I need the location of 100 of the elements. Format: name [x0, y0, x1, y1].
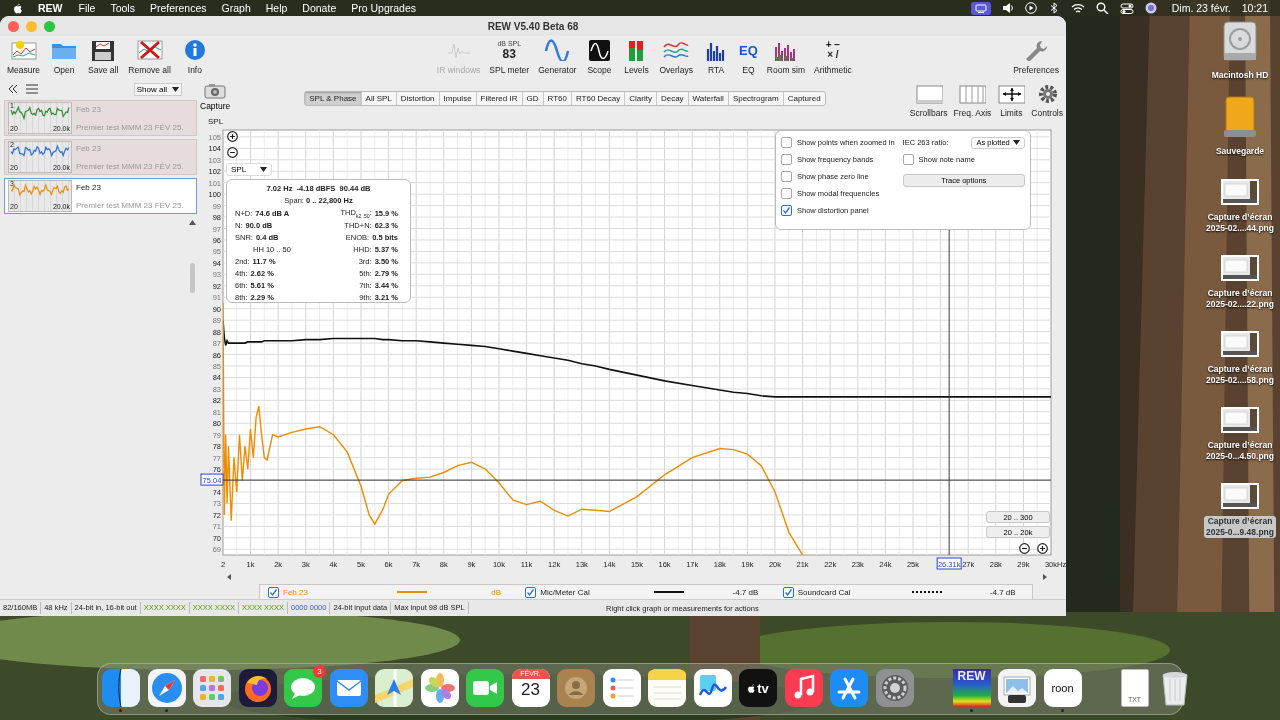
scroll-arrow-icon[interactable]: [1043, 574, 1047, 580]
menu-item[interactable]: Preferences: [149, 2, 207, 14]
desktop-icon-label[interactable]: Macintosh HD: [1209, 70, 1271, 81]
desktop-icon-label[interactable]: Capture d’écran 2025-02....44.png: [1203, 212, 1276, 234]
scroll-arrow-icon[interactable]: [189, 220, 196, 225]
toolbar-button[interactable]: Measure: [4, 38, 44, 75]
globe-icon[interactable]: [238, 669, 277, 707]
checkbox[interactable]: [781, 137, 792, 148]
screenshot-thumbnail-icon[interactable]: [1220, 254, 1260, 282]
scrollbar-thumb[interactable]: [190, 263, 195, 293]
toolbar-button[interactable]: Open: [47, 38, 82, 75]
contact-card-icon[interactable]: [557, 669, 595, 707]
toolbar-button[interactable]: Remove all: [125, 38, 174, 75]
toolbar-button[interactable]: Generator: [535, 38, 580, 75]
desktop-icon-label[interactable]: Capture d’écran 2025-0...4.50.png: [1203, 440, 1276, 462]
toolbar-button[interactable]: Levels: [619, 38, 654, 75]
zoom-out-icon[interactable]: [227, 147, 238, 158]
compass-icon[interactable]: [147, 669, 186, 707]
double-chevron-icon[interactable]: [8, 84, 18, 94]
apple-icon[interactable]: [12, 2, 22, 14]
toolbar-button[interactable]: Save all: [85, 38, 122, 75]
tab[interactable]: Decay: [655, 92, 688, 105]
menu-item[interactable]: Graph: [221, 2, 251, 14]
tab[interactable]: Impulse: [438, 92, 476, 105]
toolbar-button[interactable]: EQ EQ: [736, 38, 761, 75]
screenshot-thumbnail-icon[interactable]: [1220, 406, 1260, 434]
tab[interactable]: Waterfall: [687, 92, 728, 105]
toggles-icon[interactable]: [1119, 2, 1134, 14]
menu-item[interactable]: Donate: [302, 2, 337, 14]
menu-icon[interactable]: [26, 84, 38, 94]
tab[interactable]: Spectrogram: [727, 92, 783, 105]
trace-type-dropdown[interactable]: SPL: [226, 163, 272, 176]
spectrogram-icon[interactable]: REW: [952, 669, 991, 707]
app-label-icon[interactable]: roon: [1043, 669, 1082, 707]
speech-bubble-icon[interactable]: [284, 669, 322, 707]
photo-stack-icon[interactable]: [998, 669, 1036, 707]
tab[interactable]: GD: [521, 92, 543, 105]
envelope-icon[interactable]: [329, 669, 368, 707]
legend-label[interactable]: Mic/Meter Cal: [540, 587, 651, 597]
toolbar-button[interactable]: Overlays: [656, 38, 696, 75]
menu-item[interactable]: Tools: [110, 2, 135, 14]
wifi-icon[interactable]: [1070, 2, 1085, 14]
notepad-icon[interactable]: [648, 669, 686, 707]
desktop-icon-label[interactable]: Sauvegarde: [1213, 146, 1267, 157]
screenshot-thumbnail-icon[interactable]: [1220, 482, 1260, 510]
toolbar-button[interactable]: Scope: [582, 38, 617, 75]
tab[interactable]: RT60 Decay: [570, 92, 625, 105]
zoom-out-icon[interactable]: [1019, 543, 1030, 554]
tab[interactable]: Clarity: [624, 92, 656, 105]
checkbox[interactable]: [525, 586, 537, 598]
tab[interactable]: Distortion: [395, 92, 439, 105]
toolbar-button[interactable]: Info: [177, 38, 212, 75]
checkbox[interactable]: [781, 154, 792, 165]
speaker-icon[interactable]: [1001, 2, 1014, 14]
desktop-icon-label[interactable]: Capture d’écran 2025-0...9.48.png: [1203, 516, 1276, 538]
menu-item[interactable]: Pro Upgrades: [351, 2, 416, 14]
tab[interactable]: Captured: [782, 92, 825, 105]
checkbox[interactable]: [781, 188, 792, 199]
crossed-lines-icon[interactable]: [830, 669, 868, 707]
two-tone-tile-icon[interactable]: [102, 669, 140, 707]
toolbar-button[interactable]: Scrollbars: [906, 82, 951, 118]
gear-icon[interactable]: [875, 669, 914, 707]
checkbox[interactable]: [268, 586, 279, 598]
menu-app-name[interactable]: REW: [38, 2, 63, 14]
toolbar-button[interactable]: Room sim: [763, 38, 809, 75]
toolbar-button[interactable]: + − × / Arithmetic: [811, 38, 855, 75]
checklist-icon[interactable]: [602, 669, 641, 707]
desktop-icon-label[interactable]: Capture d’écran 2025-02....58.png: [1203, 364, 1276, 386]
tab[interactable]: RT60: [542, 92, 571, 105]
zoom-in-icon[interactable]: [1037, 543, 1048, 554]
search-icon[interactable]: [1095, 2, 1109, 14]
tv-icon[interactable]: tv: [739, 669, 777, 707]
toolbar-button[interactable]: Controls: [1028, 82, 1066, 118]
checkbox[interactable]: [781, 171, 792, 182]
play-icon[interactable]: [1024, 2, 1037, 14]
zoom-in-icon[interactable]: [227, 131, 238, 142]
checkbox[interactable]: [781, 205, 792, 216]
screenshot-thumbnail-icon[interactable]: [1220, 330, 1260, 358]
capture-button[interactable]: Capture: [200, 78, 231, 111]
tab[interactable]: SPL & Phase: [305, 92, 361, 105]
checkbox[interactable]: [782, 586, 794, 598]
screenshot-thumbnail-icon[interactable]: [1220, 178, 1260, 206]
assistant-icon[interactable]: [1144, 2, 1157, 14]
flower-icon[interactable]: [420, 669, 459, 707]
toolbar-button[interactable]: Preferences: [1010, 38, 1062, 75]
menu-bar-clock[interactable]: 10:21: [1241, 2, 1268, 14]
toolbar-button[interactable]: Freq. Axis: [950, 82, 995, 118]
menu-item[interactable]: File: [78, 2, 96, 14]
grid-icon[interactable]: [193, 669, 231, 707]
display-icon[interactable]: [970, 1, 991, 15]
filter-dropdown[interactable]: Show all: [133, 82, 182, 96]
hard-drive-icon[interactable]: [1220, 20, 1260, 62]
tab[interactable]: Filtered IR: [475, 92, 522, 105]
music-note-icon[interactable]: [784, 669, 823, 707]
video-camera-icon[interactable]: [466, 669, 504, 707]
squiggle-icon[interactable]: [693, 669, 732, 707]
toolbar-button[interactable]: Limits: [994, 82, 1029, 118]
scroll-arrow-icon[interactable]: [227, 574, 231, 580]
desktop-icon-label[interactable]: Capture d’écran 2025-02....22.png: [1203, 288, 1276, 310]
legend-label[interactable]: Soundcard Cal: [797, 587, 908, 597]
